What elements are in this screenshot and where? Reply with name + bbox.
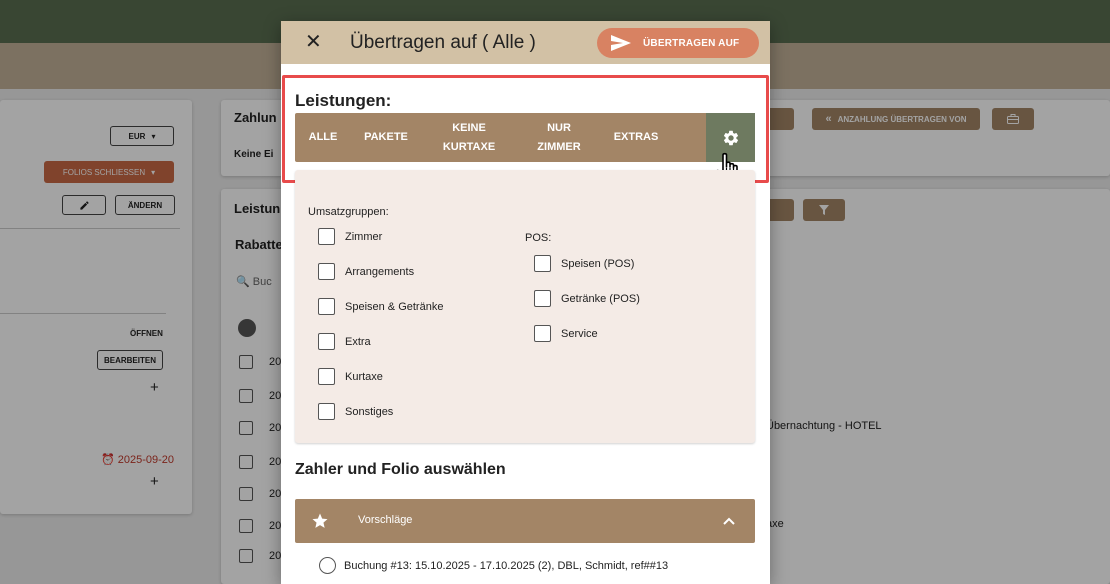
checkbox-zimmer[interactable]: Zimmer [318, 228, 382, 245]
revenue-groups-label: Umsatzgruppen: [308, 206, 389, 218]
service-filter-tabs: ALLE PAKETE KEINE KURTAXE NUR ZIMMER EXT… [295, 113, 755, 162]
tab-pakete[interactable]: PAKETE [351, 113, 421, 162]
chevron-up-icon[interactable] [722, 515, 736, 527]
radio-button[interactable] [319, 557, 336, 574]
checkbox[interactable] [534, 325, 551, 342]
checkbox-speisen-getraenke[interactable]: Speisen & Getränke [318, 298, 443, 315]
payer-folio-heading: Zahler und Folio auswählen [295, 461, 506, 478]
checkbox[interactable] [318, 368, 335, 385]
checkbox-extra[interactable]: Extra [318, 333, 371, 350]
checkbox-service[interactable]: Service [534, 325, 598, 342]
checkbox[interactable] [318, 333, 335, 350]
checkbox[interactable] [318, 228, 335, 245]
suggestion-item[interactable]: Buchung #13: 15.10.2025 - 17.10.2025 (2)… [319, 557, 668, 574]
checkbox[interactable] [318, 298, 335, 315]
send-icon [611, 35, 631, 51]
services-heading: Leistungen: [295, 91, 392, 110]
transfer-dialog: ✕ Übertragen auf ( Alle ) ÜBERTRAGEN AUF… [281, 21, 770, 584]
checkbox[interactable] [318, 263, 335, 280]
gear-icon [723, 130, 738, 145]
checkbox-getraenke-pos[interactable]: Getränke (POS) [534, 290, 640, 307]
checkbox-arrangements[interactable]: Arrangements [318, 263, 414, 280]
tab-keine-kurtaxe[interactable]: KEINE KURTAXE [421, 113, 517, 162]
transfer-to-button[interactable]: ÜBERTRAGEN AUF [597, 28, 759, 58]
tab-extras[interactable]: EXTRAS [601, 113, 671, 162]
dialog-header: ✕ Übertragen auf ( Alle ) ÜBERTRAGEN AUF [281, 21, 770, 64]
checkbox-speisen-pos[interactable]: Speisen (POS) [534, 255, 634, 272]
checkbox[interactable] [318, 403, 335, 420]
checkbox[interactable] [534, 290, 551, 307]
tab-alle[interactable]: ALLE [295, 113, 351, 162]
checkbox-sonstiges[interactable]: Sonstiges [318, 403, 393, 420]
star-icon [312, 513, 328, 528]
tab-nur-zimmer[interactable]: NUR ZIMMER [517, 113, 601, 162]
suggestions-label: Vorschläge [358, 514, 413, 526]
checkbox-kurtaxe[interactable]: Kurtaxe [318, 368, 383, 385]
dialog-title: Übertragen auf ( Alle ) [350, 32, 536, 53]
checkbox[interactable] [534, 255, 551, 272]
suggestions-header[interactable]: Vorschläge [295, 499, 755, 543]
filter-panel: Umsatzgruppen: Zimmer Arrangements Speis… [295, 170, 755, 443]
close-icon[interactable]: ✕ [305, 31, 322, 53]
pos-label: POS: [525, 232, 552, 244]
